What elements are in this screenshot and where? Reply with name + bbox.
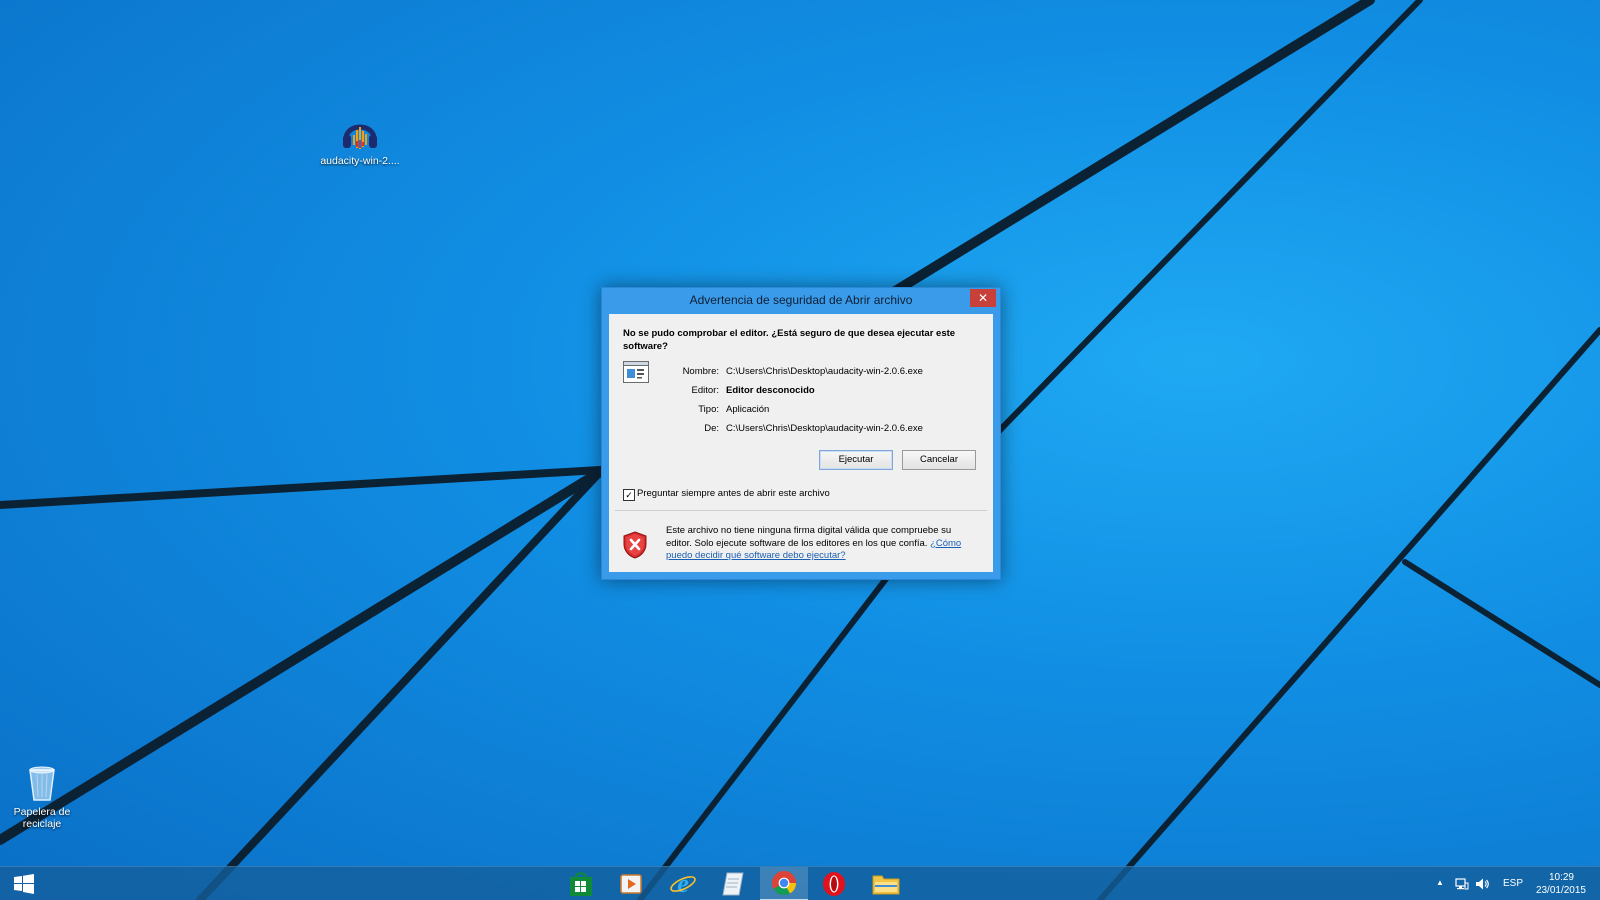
desktop-icon-recycle-bin[interactable]: Papelera de reciclaje [0,764,84,830]
desktop-icon-label: Papelera de reciclaje [13,806,71,830]
unsigned-warning: Este archivo no tiene ninguna firma digi… [666,525,978,563]
info-row-name: Nombre: C:\Users\Chris\Desktop\audacity-… [649,366,989,380]
file-explorer-icon [872,875,900,895]
internet-explorer-icon: e [670,870,696,898]
warning-message: Este archivo no tiene ninguna firma digi… [666,525,952,549]
audacity-headphones-icon [343,124,377,149]
taskbar: e ▲ ESP 10:29 23/01/2015 [0,866,1600,900]
info-row-publisher: Editor: Editor desconocido [649,385,989,399]
security-warning-dialog: Advertencia de seguridad de Abrir archiv… [601,287,1001,580]
opera-icon [823,872,845,896]
taskbar-opera[interactable] [810,867,858,900]
warning-question: No se pudo comprobar el editor. ¿Está se… [623,328,956,352]
taskbar-store[interactable] [557,867,605,900]
close-button[interactable]: ✕ [970,289,996,307]
windows-logo-icon [14,874,34,894]
cancel-button[interactable]: Cancelar [902,450,976,470]
recycle-bin-icon [29,766,55,801]
dialog-title: Advertencia de seguridad de Abrir archiv… [689,293,913,307]
publisher-value: Editor desconocido [726,385,815,396]
info-label: De: [704,423,719,434]
file-source-value: C:\Users\Chris\Desktop\audacity-win-2.0.… [726,423,923,434]
notepad-icon [722,872,744,896]
file-type-value: Aplicación [726,404,770,415]
volume-icon[interactable] [1475,877,1489,891]
taskbar-chrome[interactable] [760,867,808,900]
desktop: audacity-win-2.... Papelera de reciclaje… [0,0,1600,900]
info-row-from: De: C:\Users\Chris\Desktop\audacity-win-… [649,423,989,437]
start-button[interactable] [0,867,48,900]
taskbar-file-explorer[interactable] [862,867,910,900]
network-icon[interactable] [1455,877,1469,891]
run-button[interactable]: Ejecutar [819,450,893,470]
taskbar-media-player[interactable] [607,867,655,900]
dialog-body: No se pudo comprobar el editor. ¿Está se… [609,314,993,572]
chrome-icon [772,871,796,896]
system-tray: ▲ ESP 10:29 23/01/2015 [1420,867,1600,900]
ask-always-label[interactable]: Preguntar siempre antes de abrir este ar… [637,488,830,499]
taskbar-internet-explorer[interactable]: e [659,867,707,900]
info-label: Nombre: [682,366,719,377]
divider [615,510,987,511]
file-name-value: C:\Users\Chris\Desktop\audacity-win-2.0.… [726,366,923,377]
desktop-icon-audacity[interactable]: audacity-win-2.... [318,115,402,167]
application-file-icon [623,361,649,383]
shield-error-icon [623,531,647,559]
ask-always-checkbox[interactable]: ✓ [623,489,635,501]
taskbar-notepad[interactable] [709,867,757,900]
desktop-icon-label: audacity-win-2.... [320,155,400,167]
dialog-titlebar[interactable]: Advertencia de seguridad de Abrir archiv… [602,288,1000,312]
clock-date[interactable]: 23/01/2015 [1536,885,1586,896]
info-label: Editor: [691,385,719,396]
info-row-type: Tipo: Aplicación [649,404,989,418]
store-icon [570,872,592,896]
show-hidden-icons-icon[interactable]: ▲ [1436,878,1444,887]
info-label: Tipo: [698,404,719,415]
media-player-icon [620,874,642,894]
input-language[interactable]: ESP [1503,878,1523,889]
svg-text:e: e [677,870,689,898]
clock-time[interactable]: 10:29 [1549,872,1574,883]
